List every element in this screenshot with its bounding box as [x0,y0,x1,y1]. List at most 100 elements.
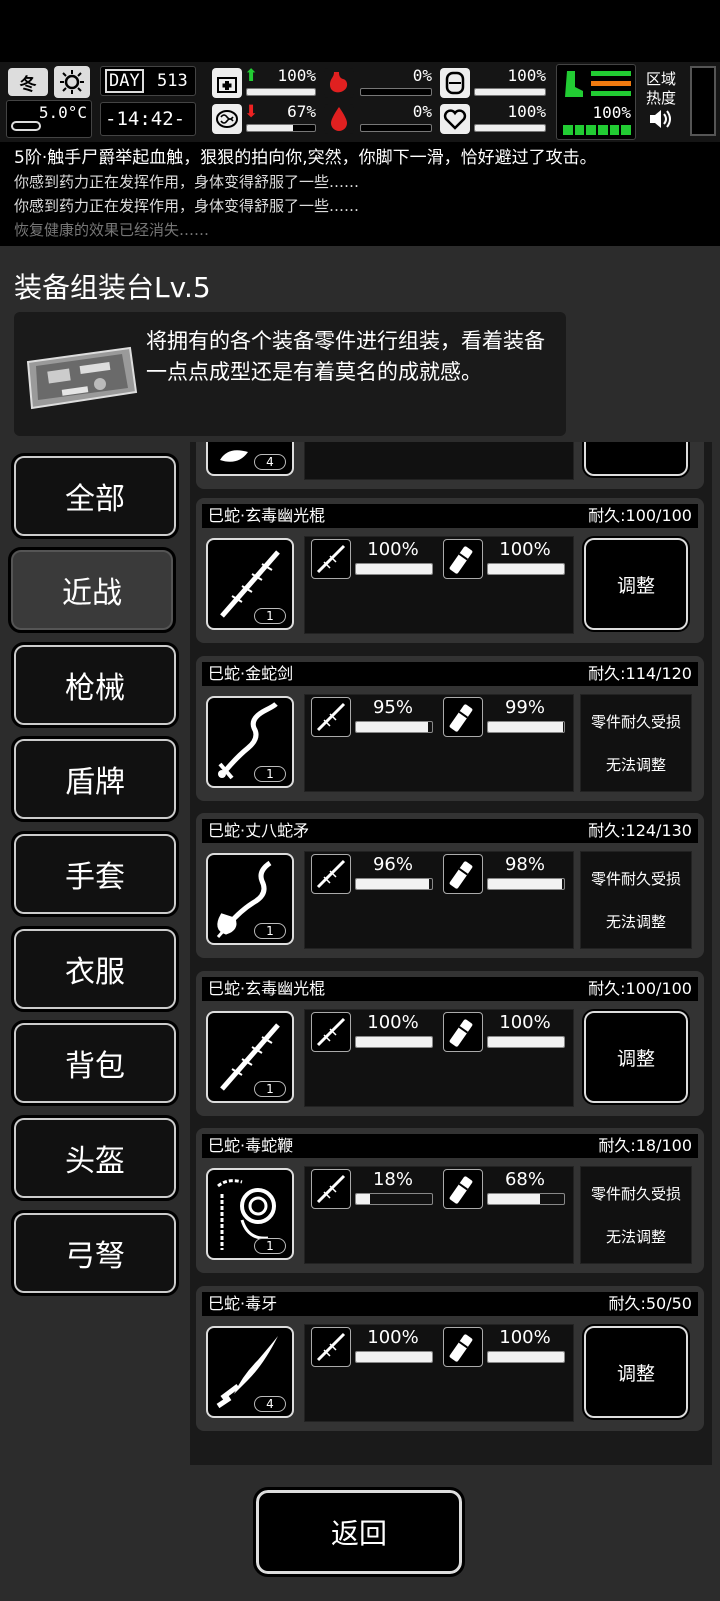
equipment-card: 巳蛇·丈八蛇矛 耐久:124/130 1 96% 98% 零件耐久受损 无法调整 [196,813,704,958]
part-2-bar [487,1193,565,1205]
part-1-icon[interactable] [311,854,351,894]
part-1-icon[interactable] [311,1012,351,1052]
item-name: 巳蛇·玄毒幽光棍 [208,506,326,525]
season-badge: 冬 [8,68,48,96]
part-1-icon[interactable] [311,1169,351,1209]
item-durability: 耐久:100/100 [588,506,692,525]
part-1-bar [355,721,433,733]
stamina-value: 100% [592,103,631,122]
temperature-box: 5.0°C [6,100,92,138]
zone-heat-meter [690,66,716,136]
part-1-percent: 100% [367,539,419,560]
weapon-icon[interactable]: 1 [206,1011,294,1103]
card-header: 巳蛇·玄毒幽光棍 耐久:100/100 [202,977,698,1001]
item-count: 1 [254,608,286,624]
armor-icon [440,68,470,98]
card-header: 巳蛇·丈八蛇矛 耐久:124/130 [202,819,698,843]
parts-box: 100% 100% [304,1324,574,1422]
parts-box [304,442,574,480]
cannot-adjust-text: 无法调整 [605,1228,666,1246]
speaker-icon[interactable] [648,108,674,130]
bottom-bar: 返回 [0,1465,720,1601]
category-all[interactable]: 全部 [11,453,179,539]
category-shields[interactable]: 盾牌 [11,736,179,822]
item-name: 巳蛇·毒蛇鞭 [208,1136,294,1155]
adjust-disabled-box: 零件耐久受损 无法调整 [580,851,692,949]
item-name: 巳蛇·毒牙 [208,1294,278,1313]
back-button[interactable]: 返回 [253,1487,465,1577]
part-2-percent: 100% [499,539,551,560]
category-clothes[interactable]: 衣服 [11,926,179,1012]
adjust-button[interactable] [582,442,690,478]
cannot-adjust-text: 无法调整 [605,913,666,931]
parts-box: 96% 98% [304,851,574,949]
parts-box: 18% 68% [304,1166,574,1264]
category-label: 头盔 [65,1144,125,1179]
item-name: 巳蛇·金蛇剑 [208,664,294,683]
part-1-bar [355,1351,433,1363]
boot-icon [563,69,585,99]
category-gloves[interactable]: 手套 [11,831,179,917]
log-line: 恢复健康的效果已经消失…… [14,221,210,239]
equipment-card: 巳蛇·毒牙 耐久:50/50 4 100% 100% 调整 [196,1286,704,1431]
category-label: 弓弩 [65,1239,125,1274]
heart-bar [474,124,546,132]
part-1-bar [355,1193,433,1205]
stamina-box: 100% [556,64,636,140]
part-2-bar [487,878,565,890]
part-2-icon[interactable] [443,854,483,894]
part-2-icon[interactable] [443,1169,483,1209]
message-log: 5阶·触手尸爵举起血触，狠狠的拍向你,突然，你脚下一滑，恰好避过了攻击。 你感到… [0,142,720,246]
clock-value: -14:42- [105,108,186,130]
weapon-icon[interactable]: 1 [206,853,294,945]
screen: { "hud": { "season": "冬", "temperature":… [0,0,720,1601]
equipment-list[interactable]: 4 巳蛇·玄毒幽光棍 耐久:100/100 1 100% 100% 调整 巳蛇·金蛇剑 耐久:… [190,442,712,1465]
adjust-button[interactable]: 调整 [582,1324,690,1420]
category-label: 盾牌 [65,765,125,800]
category-helmets[interactable]: 头盔 [11,1115,179,1201]
weapon-icon[interactable]: 4 [206,1326,294,1418]
part-1-icon[interactable] [311,539,351,579]
category-label: 全部 [65,482,125,517]
stomach-bar [360,88,432,96]
part-1-percent: 100% [367,1012,419,1033]
category-firearms[interactable]: 枪械 [11,642,179,728]
category-label: 背包 [65,1049,125,1084]
part-2-icon[interactable] [443,697,483,737]
category-backpacks[interactable]: 背包 [11,1020,179,1106]
category-melee[interactable]: 近战 [8,547,176,633]
adjust-button[interactable]: 调整 [582,536,690,632]
brain-bar [246,124,316,132]
description-box: 将拥有的各个装备零件进行组装，看着装备一点点成型还是有着莫名的成就感。 [14,312,566,436]
part-2-icon[interactable] [443,1327,483,1367]
part-2-bar [487,721,565,733]
adjust-disabled-box: 零件耐久受损 无法调整 [580,1166,692,1264]
part-1-icon[interactable] [311,1327,351,1367]
part-2-icon[interactable] [443,539,483,579]
damaged-parts-text: 零件耐久受损 [590,1185,681,1203]
temperature-value: 5.0°C [38,103,87,122]
adjust-label: 调整 [616,1047,655,1070]
parts-box: 95% 99% [304,694,574,792]
category-bows[interactable]: 弓弩 [11,1210,179,1296]
part-2-percent: 100% [499,1327,551,1348]
adjust-button[interactable]: 调整 [582,1009,690,1105]
armor-value: 100% [507,66,546,85]
adjust-disabled-box: 零件耐久受损 无法调整 [580,694,692,792]
weapon-icon[interactable]: 1 [206,1168,294,1260]
category-label: 近战 [62,576,122,611]
category-label: 手套 [65,860,125,895]
card-header: 巳蛇·毒牙 耐久:50/50 [202,1292,698,1316]
weapon-icon[interactable]: 1 [206,696,294,788]
panel-description: 将拥有的各个装备零件进行组装，看着装备一点点成型还是有着莫名的成就感。 [146,329,545,384]
item-count: 1 [254,1238,286,1254]
part-1-icon[interactable] [311,697,351,737]
part-2-icon[interactable] [443,1012,483,1052]
weapon-icon[interactable]: 4 [206,442,294,476]
item-count: 4 [254,1396,286,1412]
zone-heat-label: 区域热度 [646,70,677,107]
day-number: 513 [157,71,188,91]
stamina-bar [563,125,632,135]
weapon-icon[interactable]: 1 [206,538,294,630]
adjust-label: 调整 [616,1362,655,1385]
